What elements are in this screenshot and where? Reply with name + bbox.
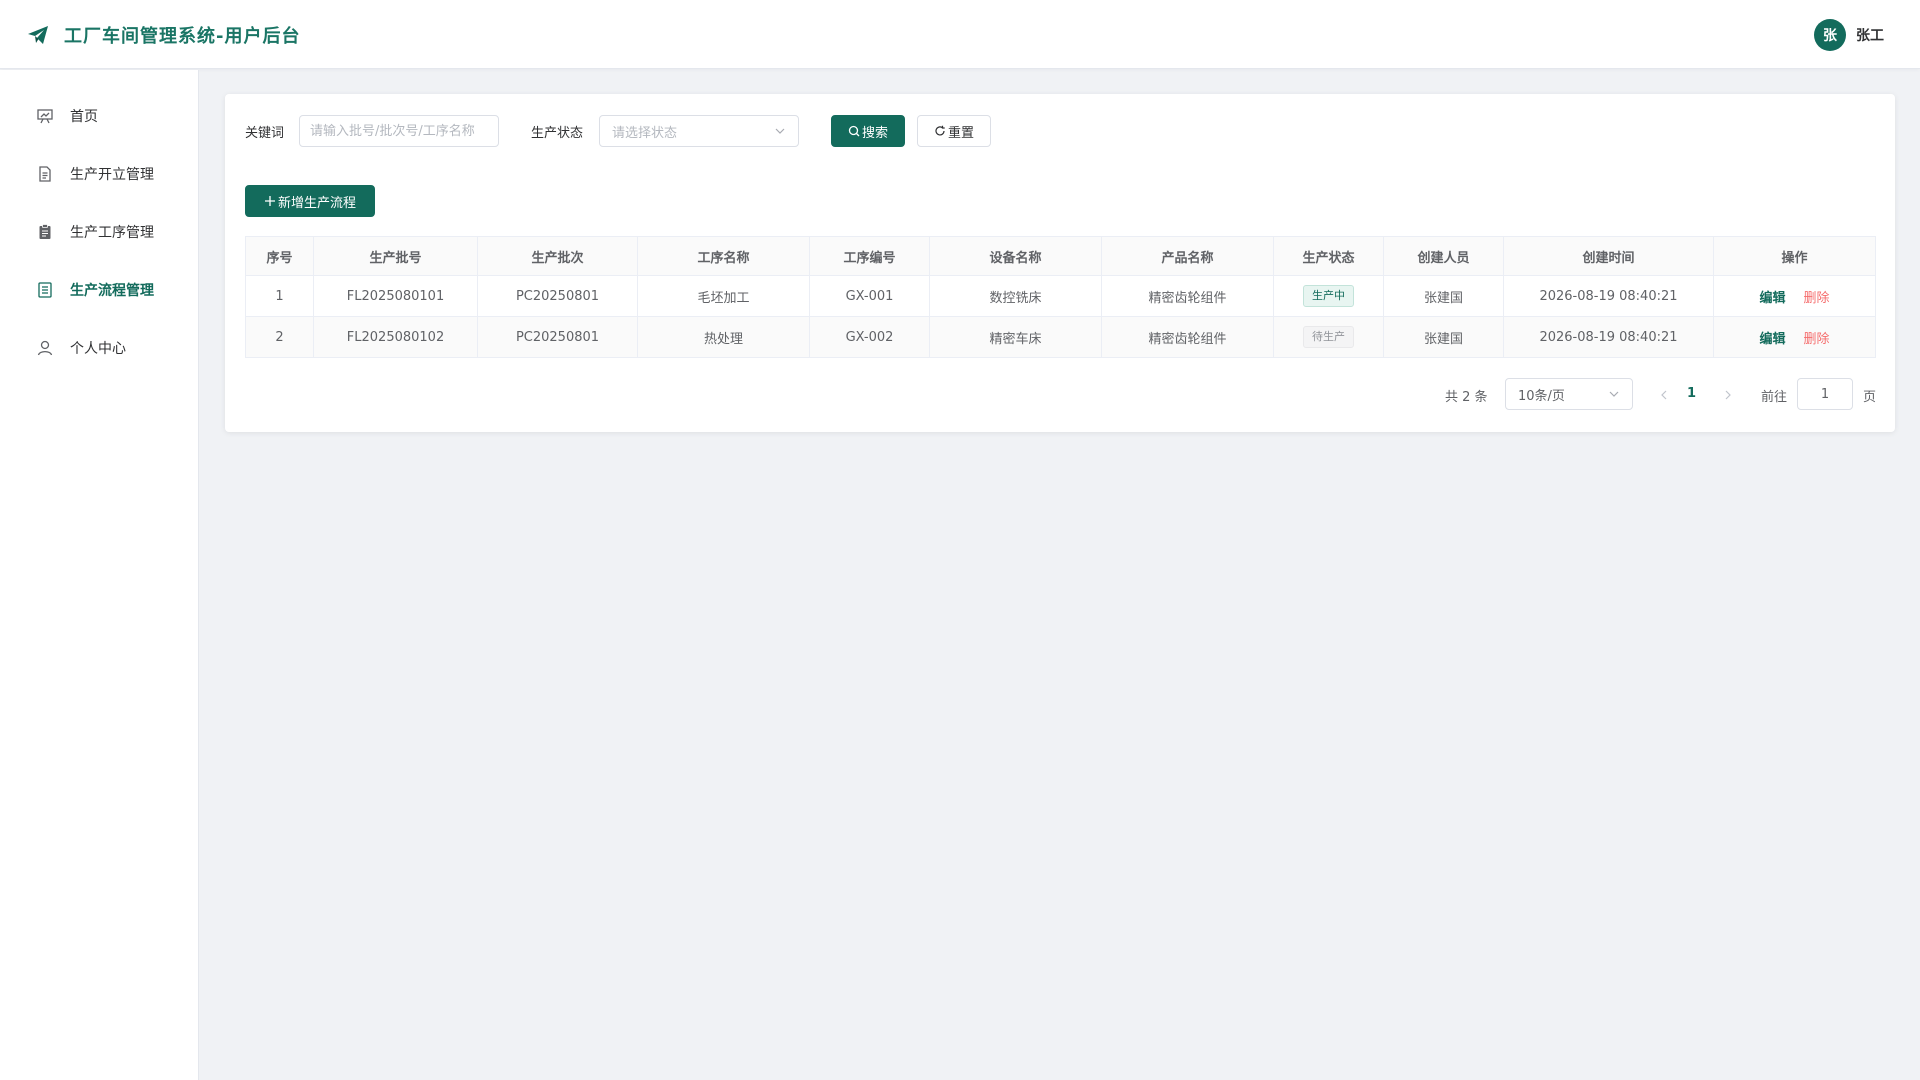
cell-created-at: 2026-08-19 08:40:21 (1503, 275, 1714, 317)
sidebar-item-label: 个人中心 (70, 341, 126, 357)
column-header: 生产批号 (313, 236, 478, 276)
keyword-label: 关键词 (245, 126, 285, 141)
cell-batch: PC20250801 (477, 275, 638, 317)
add-flow-button-label: 新增生产流程 (277, 195, 356, 211)
cell-batch-no: FL2025080102 (313, 316, 478, 358)
cell-equipment: 精密车床 (929, 316, 1102, 358)
sidebar-item-home[interactable]: 首页 (0, 91, 198, 141)
cell-process-name: 毛坯加工 (637, 275, 810, 317)
cell-actions: 编辑 删除 (1713, 275, 1876, 317)
sidebar-item-label: 生产流程管理 (70, 283, 154, 299)
pagination-total: 共 2 条 (1445, 390, 1488, 405)
column-header: 工序编号 (809, 236, 930, 276)
column-header: 生产状态 (1273, 236, 1384, 276)
cell-status: 生产中 (1273, 275, 1384, 317)
cell-status: 待生产 (1273, 316, 1384, 358)
document-icon (39, 166, 51, 182)
table-row: 2 FL2025080102 PC20250801 热处理 GX-002 精密车… (245, 316, 1876, 358)
goto-label: 前往 (1761, 390, 1788, 405)
status-badge: 待生产 (1303, 326, 1354, 348)
chevron-down-icon (1609, 391, 1619, 397)
cell-creator: 张建国 (1383, 316, 1504, 358)
sidebar-item-profile[interactable]: 个人中心 (0, 323, 198, 373)
cell-equipment: 数控铣床 (929, 275, 1102, 317)
column-header: 序号 (245, 236, 314, 276)
column-header: 工序名称 (637, 236, 810, 276)
cell-index: 2 (245, 316, 314, 358)
delete-link[interactable]: 删除 (1804, 291, 1830, 306)
cell-creator: 张建国 (1383, 275, 1504, 317)
table-row: 1 FL2025080101 PC20250801 毛坯加工 GX-001 数控… (245, 275, 1876, 317)
status-select[interactable]: 请选择状态 (599, 115, 799, 147)
reset-button-label: 重置 (947, 125, 974, 141)
top-header: 工厂车间管理系统-用户后台 张 张工 (0, 0, 1920, 69)
content-card: 关键词 生产状态 请选择状态 搜索 重置 新增生产流程 序号 生产批号 生产批次… (225, 94, 1895, 432)
user-icon (37, 340, 53, 356)
column-header: 操作 (1713, 236, 1876, 276)
status-badge: 生产中 (1303, 285, 1354, 307)
sidebar-item-label: 生产工序管理 (70, 225, 154, 241)
chevron-down-icon (775, 128, 785, 134)
goto-page-input[interactable] (1797, 378, 1853, 410)
sidebar-item-label: 首页 (70, 109, 98, 125)
next-page-icon[interactable] (1721, 388, 1735, 402)
add-flow-button[interactable]: 新增生产流程 (245, 185, 375, 217)
user-menu[interactable]: 张 张工 (1814, 19, 1884, 51)
sidebar-item-label: 生产开立管理 (70, 167, 154, 183)
cell-process-code: GX-001 (809, 275, 930, 317)
plus-icon (264, 196, 275, 206)
search-button[interactable]: 搜索 (831, 115, 905, 147)
sidebar-item-flow[interactable]: 生产流程管理 (0, 265, 198, 315)
paper-plane-icon (28, 26, 48, 44)
column-header: 产品名称 (1101, 236, 1274, 276)
keyword-input[interactable] (299, 115, 499, 147)
cell-product: 精密齿轮组件 (1101, 275, 1274, 317)
cell-index: 1 (245, 275, 314, 317)
cell-process-name: 热处理 (637, 316, 810, 358)
cell-batch: PC20250801 (477, 316, 638, 358)
search-button-label: 搜索 (861, 125, 888, 141)
search-icon (848, 125, 860, 137)
edit-link[interactable]: 编辑 (1759, 291, 1785, 306)
sidebar: 首页 生产开立管理 生产工序管理 生产流程管理 个人中心 (0, 70, 199, 1080)
cell-batch-no: FL2025080101 (313, 275, 478, 317)
page-size-select[interactable]: 10条/页 (1505, 378, 1633, 410)
status-select-placeholder: 请选择状态 (612, 125, 678, 141)
table-header-row: 序号 生产批号 生产批次 工序名称 工序编号 设备名称 产品名称 生产状态 创建… (245, 236, 1876, 276)
user-name[interactable]: 张工 (1856, 25, 1884, 45)
avatar[interactable]: 张 (1814, 19, 1846, 51)
column-header: 生产批次 (477, 236, 638, 276)
flow-table: 序号 生产批号 生产批次 工序名称 工序编号 设备名称 产品名称 生产状态 创建… (245, 236, 1876, 358)
app-title: 工厂车间管理系统-用户后台 (64, 26, 301, 47)
page-suffix: 页 (1863, 390, 1877, 405)
column-header: 创建时间 (1503, 236, 1714, 276)
column-header: 设备名称 (929, 236, 1102, 276)
status-label: 生产状态 (531, 126, 584, 141)
clipboard-icon (39, 224, 51, 239)
reset-button[interactable]: 重置 (917, 115, 991, 147)
list-document-icon (38, 282, 52, 298)
brand: 工厂车间管理系统-用户后台 (26, 22, 300, 48)
cell-created-at: 2026-08-19 08:40:21 (1503, 316, 1714, 358)
prev-page-icon[interactable] (1657, 388, 1671, 402)
cell-actions: 编辑 删除 (1713, 316, 1876, 358)
refresh-icon (935, 125, 945, 136)
column-header: 创建人员 (1383, 236, 1504, 276)
delete-link[interactable]: 删除 (1804, 332, 1830, 347)
presentation-icon (37, 109, 53, 124)
sidebar-item-production-open[interactable]: 生产开立管理 (0, 149, 198, 199)
page-size-value: 10条/页 (1518, 388, 1565, 404)
cell-process-code: GX-002 (809, 316, 930, 358)
page-number-current[interactable]: 1 (1687, 386, 1696, 401)
cell-product: 精密齿轮组件 (1101, 316, 1274, 358)
edit-link[interactable]: 编辑 (1759, 332, 1785, 347)
sidebar-item-process[interactable]: 生产工序管理 (0, 207, 198, 257)
